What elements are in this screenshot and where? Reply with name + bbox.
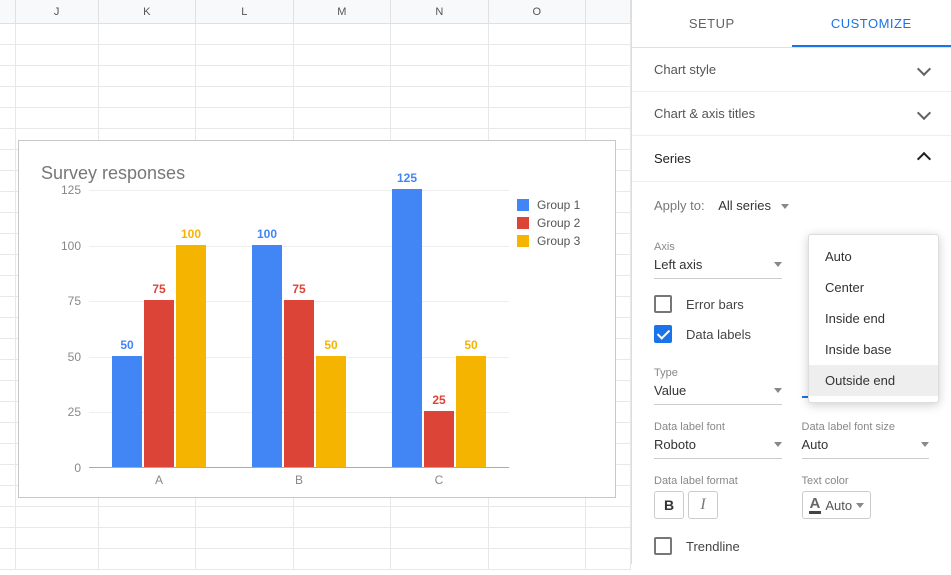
legend-item[interactable]: Group 1 — [517, 198, 599, 212]
bar[interactable] — [284, 300, 314, 467]
chart-title: Survey responses — [41, 163, 605, 184]
legend-item[interactable]: Group 3 — [517, 234, 599, 248]
error-bars-checkbox[interactable] — [654, 295, 672, 313]
y-tick: 75 — [68, 294, 81, 308]
bar-label: 100 — [181, 227, 201, 241]
chevron-down-icon — [919, 62, 929, 77]
dropdown-icon — [774, 388, 782, 393]
y-tick: 100 — [61, 239, 81, 253]
section-chart-style[interactable]: Chart style — [632, 48, 951, 92]
text-color-select[interactable]: A Auto — [802, 491, 872, 519]
bar[interactable] — [392, 189, 422, 467]
x-tick: B — [295, 473, 303, 487]
dropdown-icon — [774, 262, 782, 267]
column-header-j[interactable]: J — [16, 0, 99, 23]
sidebar-tabs: SETUP CUSTOMIZE — [632, 0, 951, 48]
type-select[interactable]: Value — [654, 379, 782, 405]
text-color-icon: A — [809, 497, 822, 514]
trendline-row: Trendline — [654, 537, 929, 555]
column-header-m[interactable]: M — [294, 0, 392, 23]
legend-swatch — [517, 217, 529, 229]
bold-button[interactable]: B — [654, 491, 684, 519]
x-tick: A — [155, 473, 163, 487]
data-labels-checkbox[interactable] — [654, 325, 672, 343]
legend-swatch — [517, 235, 529, 247]
axis-select[interactable]: Left axis — [654, 253, 782, 279]
y-tick: 25 — [68, 405, 81, 419]
font-size-select[interactable]: Auto — [802, 433, 930, 459]
column-header-n[interactable]: N — [391, 0, 489, 23]
column-header-o[interactable]: O — [489, 0, 587, 23]
bar-label: 50 — [464, 338, 477, 352]
italic-button[interactable]: I — [688, 491, 718, 519]
bar[interactable] — [456, 356, 486, 467]
dropdown-icon — [774, 442, 782, 447]
apply-to-row[interactable]: Apply to: All series — [654, 198, 929, 213]
y-tick: 50 — [68, 350, 81, 364]
bar[interactable] — [144, 300, 174, 467]
popover-option[interactable]: Inside end — [809, 303, 938, 334]
position-popover: AutoCenterInside endInside baseOutside e… — [808, 234, 939, 403]
bar[interactable] — [176, 245, 206, 467]
tab-customize[interactable]: CUSTOMIZE — [792, 0, 951, 47]
trendline-checkbox[interactable] — [654, 537, 672, 555]
section-series[interactable]: Series — [632, 136, 951, 182]
bar-label: 100 — [257, 227, 277, 241]
popover-option[interactable]: Outside end — [809, 365, 938, 396]
dropdown-icon — [856, 503, 864, 508]
bar-label: 75 — [292, 282, 305, 296]
spreadsheet-area: JKLMNO Survey responses 0 25 50 75 100 125 50… — [0, 0, 631, 564]
bar-label: 25 — [432, 393, 445, 407]
chevron-down-icon — [919, 106, 929, 121]
bar[interactable] — [424, 411, 454, 467]
bar[interactable] — [112, 356, 142, 467]
column-header-l[interactable]: L — [196, 0, 294, 23]
dropdown-icon — [921, 442, 929, 447]
y-tick: 125 — [61, 183, 81, 197]
tab-setup[interactable]: SETUP — [632, 0, 792, 47]
chevron-up-icon — [919, 150, 929, 167]
bar-label: 125 — [397, 171, 417, 185]
x-tick: C — [435, 473, 444, 487]
chart-legend: Group 1 Group 2 Group 3 — [509, 190, 599, 490]
bar-label: 50 — [324, 338, 337, 352]
popover-option[interactable]: Inside base — [809, 334, 938, 365]
column-headers: JKLMNO — [0, 0, 631, 24]
popover-option[interactable]: Center — [809, 272, 938, 303]
bar[interactable] — [316, 356, 346, 467]
bar-label: 75 — [152, 282, 165, 296]
chart-container[interactable]: Survey responses 0 25 50 75 100 125 50 75 100 A 1… — [18, 140, 616, 498]
bar-label: 50 — [120, 338, 133, 352]
font-select[interactable]: Roboto — [654, 433, 782, 459]
popover-option[interactable]: Auto — [809, 241, 938, 272]
section-chart-axis-titles[interactable]: Chart & axis titles — [632, 92, 951, 136]
plot-area: 0255075100125 5075100A1007550B1252550C — [29, 190, 509, 490]
column-header-k[interactable]: K — [99, 0, 197, 23]
axis-label: Axis — [654, 241, 782, 253]
dropdown-icon — [781, 204, 789, 209]
y-tick: 0 — [74, 461, 81, 475]
legend-item[interactable]: Group 2 — [517, 216, 599, 230]
bar[interactable] — [252, 245, 282, 467]
legend-swatch — [517, 199, 529, 211]
